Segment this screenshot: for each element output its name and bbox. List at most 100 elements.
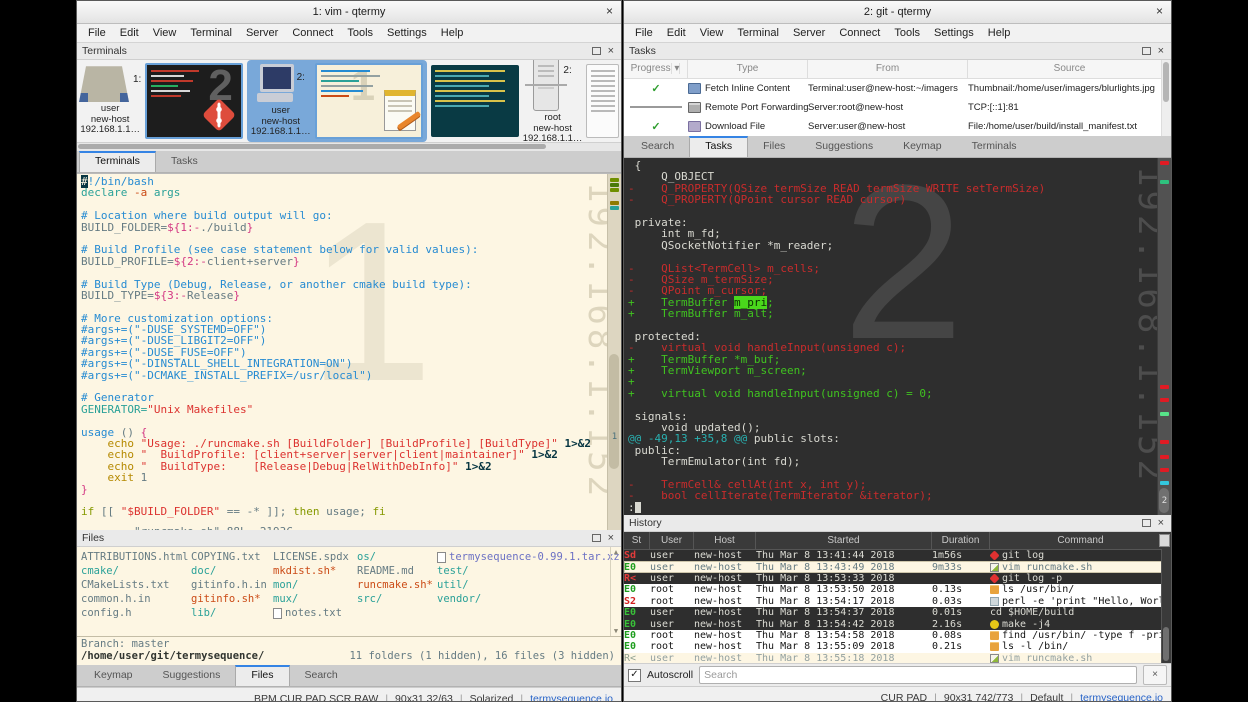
close-panel-icon[interactable]: × — [608, 45, 614, 57]
history-row[interactable]: S2rootnew-hostThu Mar 8 13:54:17 20180.0… — [624, 596, 1171, 607]
task-row[interactable]: Remote Port ForwardingServer:root@new-ho… — [624, 98, 1171, 117]
thumbnail-terminal-3[interactable] — [431, 65, 519, 137]
menu-item-tools[interactable]: Tools — [340, 27, 380, 39]
file-item[interactable]: termysequence-0.99.1.tar.xz — [437, 550, 621, 564]
terminal-minimap[interactable]: 1 — [607, 174, 621, 530]
file-item[interactable]: gitinfo.sh* — [191, 592, 273, 606]
menu-item-help[interactable]: Help — [434, 27, 471, 39]
file-item[interactable]: README.md — [357, 564, 437, 578]
file-item[interactable]: doc/ — [191, 564, 273, 578]
history-row[interactable]: R<usernew-hostThu Mar 8 13:55:18 2018vim… — [624, 653, 1171, 663]
tab-files[interactable]: Files — [235, 665, 289, 686]
tab-tasks[interactable]: Tasks — [689, 136, 748, 157]
menu-item-settings[interactable]: Settings — [927, 27, 981, 39]
history-row[interactable]: E0rootnew-hostThu Mar 8 13:53:50 20180.1… — [624, 584, 1171, 595]
close-icon[interactable]: × — [606, 4, 613, 18]
task-row[interactable]: ✓Fetch Inline ContentTerminal:user@new-h… — [624, 79, 1171, 98]
menu-item-connect[interactable]: Connect — [832, 27, 887, 39]
history-table-header[interactable]: St User Host Started Duration Command — [624, 532, 1171, 550]
files-scrollbar[interactable]: ▲▼ — [610, 547, 621, 636]
thumbnail-terminal-4[interactable] — [586, 64, 619, 138]
file-item[interactable]: mon/ — [273, 578, 357, 592]
tasks-table-header[interactable]: Progress ▾ Type From Source — [624, 60, 1171, 79]
tab-suggestions[interactable]: Suggestions — [148, 665, 236, 686]
history-scrollbar[interactable] — [1161, 549, 1171, 663]
tab-tasks[interactable]: Tasks — [156, 151, 213, 172]
thumbnail-terminal-2[interactable]: 2 — [145, 63, 243, 139]
menu-item-connect[interactable]: Connect — [285, 27, 340, 39]
float-panel-icon[interactable] — [1142, 47, 1151, 55]
menu-item-tools[interactable]: Tools — [887, 27, 927, 39]
tab-search[interactable]: Search — [626, 136, 689, 157]
file-item[interactable]: src/ — [357, 592, 437, 606]
scroll-lock-icon[interactable] — [1159, 534, 1170, 547]
thumbnail-server-1[interactable]: 1: user new-host 192.168.1.1… — [79, 66, 141, 136]
history-row[interactable]: E0usernew-hostThu Mar 8 13:43:49 20189m3… — [624, 561, 1171, 572]
menu-item-edit[interactable]: Edit — [113, 27, 146, 39]
history-row[interactable]: E0rootnew-hostThu Mar 8 13:55:09 20180.2… — [624, 641, 1171, 652]
menu-item-server[interactable]: Server — [786, 27, 832, 39]
tab-terminals[interactable]: Terminals — [957, 136, 1032, 157]
file-item[interactable]: common.h.in — [81, 592, 191, 606]
menu-item-view[interactable]: View — [146, 27, 184, 39]
tab-terminals[interactable]: Terminals — [79, 151, 156, 172]
file-item[interactable]: mkdist.sh* — [273, 564, 357, 578]
close-panel-icon[interactable]: × — [608, 532, 614, 544]
close-panel-icon[interactable]: × — [1158, 45, 1164, 57]
menu-item-terminal[interactable]: Terminal — [730, 27, 786, 39]
terminal-git[interactable]: 2 192.168.1.152 { Q_OBJECT- Q_PROPERTY(Q… — [624, 158, 1171, 515]
menu-item-file[interactable]: File — [81, 27, 113, 39]
file-item[interactable]: config.h — [81, 606, 191, 620]
history-row[interactable]: E0rootnew-hostThu Mar 8 13:54:58 20180.0… — [624, 630, 1171, 641]
file-item[interactable]: cmake/ — [81, 564, 191, 578]
menu-item-view[interactable]: View — [693, 27, 731, 39]
website-link[interactable]: termysequence.io — [530, 693, 613, 702]
minimap-thumb[interactable] — [609, 354, 619, 469]
terminal-vim[interactable]: 1 192.168.1.152 #!/bin/bashdeclare -a ar… — [77, 173, 621, 530]
close-panel-icon[interactable]: × — [1158, 517, 1164, 529]
thumbnail-computer-2[interactable]: 2: user new-host 192.168.1.1… — [251, 64, 311, 138]
tab-keymap[interactable]: Keymap — [888, 136, 957, 157]
file-item[interactable]: vendor/ — [437, 592, 621, 606]
history-row[interactable]: E0usernew-hostThu Mar 8 13:54:42 20182.1… — [624, 618, 1171, 629]
titlebar-right[interactable]: 2: git - qtermy × — [624, 1, 1171, 24]
terminal-minimap[interactable]: 2 — [1157, 158, 1171, 515]
thumbnail-terminal-1[interactable]: 1 — [315, 63, 423, 139]
tab-search[interactable]: Search — [290, 665, 353, 686]
file-item[interactable]: lib/ — [191, 606, 273, 620]
history-row[interactable]: Sdusernew-hostThu Mar 8 13:41:44 20181m5… — [624, 550, 1171, 561]
tab-files[interactable]: Files — [748, 136, 800, 157]
float-panel-icon[interactable] — [1142, 519, 1151, 527]
menu-item-help[interactable]: Help — [981, 27, 1018, 39]
website-link[interactable]: termysequence.io — [1080, 692, 1163, 702]
file-item[interactable]: ATTRIBUTIONS.html — [81, 550, 191, 564]
file-item[interactable]: test/ — [437, 564, 621, 578]
thumbnail-server-2[interactable]: 2: root new-host 192.168.1.1… — [523, 60, 583, 142]
file-item[interactable]: CMakeLists.txt — [81, 578, 191, 592]
float-panel-icon[interactable] — [592, 534, 601, 542]
tab-suggestions[interactable]: Suggestions — [800, 136, 888, 157]
titlebar-left[interactable]: 1: vim - qtermy × — [77, 1, 621, 24]
close-icon[interactable]: × — [1156, 4, 1163, 18]
menu-item-file[interactable]: File — [628, 27, 660, 39]
menu-item-terminal[interactable]: Terminal — [183, 27, 239, 39]
clear-search-icon[interactable]: × — [1143, 665, 1167, 685]
file-item[interactable]: mux/ — [273, 592, 357, 606]
file-item[interactable]: LICENSE.spdx — [273, 550, 357, 564]
history-row[interactable]: E0usernew-hostThu Mar 8 13:54:37 20180.0… — [624, 607, 1171, 618]
thumbnail-scrollbar[interactable] — [77, 142, 621, 151]
file-item[interactable]: runcmake.sh* — [357, 578, 437, 592]
task-row[interactable]: ✓Download FileServer:user@new-hostFile:/… — [624, 117, 1171, 136]
file-item[interactable]: notes.txt — [273, 606, 357, 620]
file-item[interactable]: os/ — [357, 550, 437, 564]
float-panel-icon[interactable] — [592, 47, 601, 55]
tasks-scrollbar[interactable] — [1161, 60, 1171, 136]
history-search-input[interactable] — [699, 666, 1137, 684]
file-item[interactable]: COPYING.txt — [191, 550, 273, 564]
autoscroll-checkbox[interactable]: ✓ — [628, 669, 641, 682]
history-row[interactable]: R<usernew-hostThu Mar 8 13:53:33 2018git… — [624, 573, 1171, 584]
menu-item-settings[interactable]: Settings — [380, 27, 434, 39]
file-item[interactable]: util/ — [437, 578, 621, 592]
tab-keymap[interactable]: Keymap — [79, 665, 148, 686]
file-item[interactable]: gitinfo.h.in — [191, 578, 273, 592]
